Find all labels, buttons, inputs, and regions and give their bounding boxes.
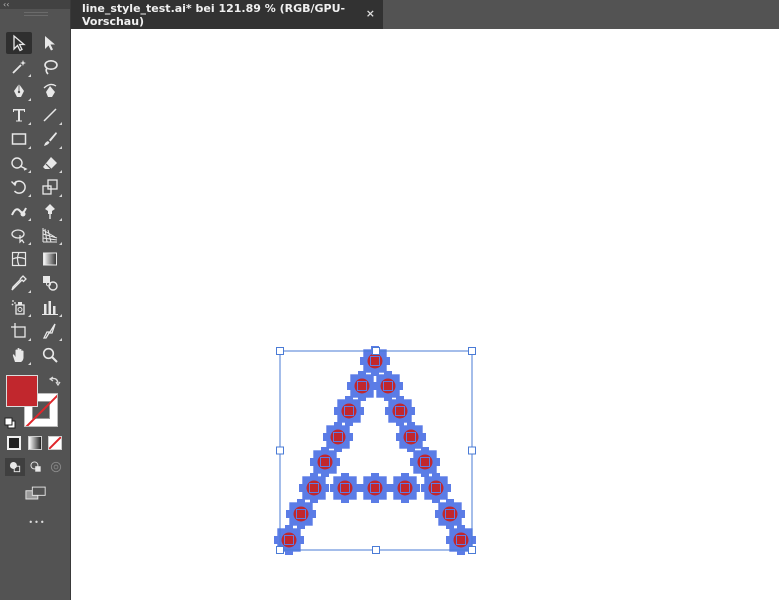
bounding-box-handle[interactable] xyxy=(468,546,476,554)
bounding-box-handle[interactable] xyxy=(468,347,476,355)
none-mode-button[interactable] xyxy=(48,436,62,450)
artwork-layer[interactable] xyxy=(71,29,779,600)
anchor-point[interactable] xyxy=(383,381,393,391)
tools-panel: ‹‹ ••• xyxy=(0,0,71,600)
dot-anchor[interactable] xyxy=(385,396,415,426)
gradient-mode-button[interactable] xyxy=(28,436,42,450)
dot-anchor[interactable] xyxy=(334,396,364,426)
edit-toolbar-button[interactable]: ••• xyxy=(25,518,49,527)
eraser-tool-icon[interactable] xyxy=(37,152,63,174)
document-tab-title: line_style_test.ai* bei 121.89 % (RGB/GP… xyxy=(82,1,346,28)
lasso-tool-icon[interactable] xyxy=(37,56,63,78)
anchor-point[interactable] xyxy=(400,483,410,493)
dot-anchor[interactable] xyxy=(330,473,360,503)
line-segment-tool-icon[interactable] xyxy=(37,104,63,126)
anchor-point[interactable] xyxy=(420,457,430,467)
draw-behind-icon[interactable] xyxy=(26,458,46,476)
anchor-point[interactable] xyxy=(395,406,405,416)
anchor-point[interactable] xyxy=(320,457,330,467)
bounding-box-handle[interactable] xyxy=(276,347,284,355)
symbol-sprayer-tool-icon[interactable] xyxy=(6,296,32,318)
magic-wand-tool-icon[interactable] xyxy=(6,56,32,78)
scale-tool-icon[interactable] xyxy=(37,176,63,198)
dot-anchor[interactable] xyxy=(310,447,340,477)
anchor-point[interactable] xyxy=(284,535,294,545)
anchor-point[interactable] xyxy=(406,432,416,442)
document-tab-bar: line_style_test.ai* bei 121.89 % (RGB/GP… xyxy=(71,0,779,29)
bounding-box-handle[interactable] xyxy=(372,546,380,554)
shape-builder-tool-icon[interactable] xyxy=(6,224,32,246)
hand-tool-icon[interactable] xyxy=(6,344,32,366)
column-graph-tool-icon[interactable] xyxy=(37,296,63,318)
selection-tool-icon[interactable] xyxy=(6,32,32,54)
bounding-box-handle[interactable] xyxy=(468,446,476,455)
bounding-box-handle[interactable] xyxy=(276,446,284,455)
mesh-tool-icon[interactable] xyxy=(6,248,32,270)
slice-tool-icon[interactable] xyxy=(37,320,63,342)
dot-anchor[interactable] xyxy=(410,447,440,477)
anchor-point[interactable] xyxy=(333,432,343,442)
type-tool-icon[interactable] xyxy=(6,104,32,126)
bounding-box-handle[interactable] xyxy=(276,546,284,554)
dot-anchor[interactable] xyxy=(435,499,465,529)
dot-anchor[interactable] xyxy=(390,473,420,503)
close-tab-icon[interactable]: × xyxy=(366,7,375,20)
anchor-point[interactable] xyxy=(370,356,380,366)
anchor-point[interactable] xyxy=(309,483,319,493)
warp-tool-icon[interactable] xyxy=(6,200,32,222)
rotate-tool-icon[interactable] xyxy=(6,176,32,198)
color-mode-button[interactable] xyxy=(7,436,21,450)
anchor-point[interactable] xyxy=(344,406,354,416)
dot-anchor[interactable] xyxy=(421,473,451,503)
direct-selection-tool-icon[interactable] xyxy=(37,32,63,54)
toolbar-grip[interactable] xyxy=(24,12,48,16)
zoom-tool-icon[interactable] xyxy=(37,344,63,366)
anchor-point[interactable] xyxy=(370,483,380,493)
anchor-point[interactable] xyxy=(296,509,306,519)
artboard-canvas[interactable] xyxy=(71,29,779,600)
anchor-point[interactable] xyxy=(445,509,455,519)
dot-anchor[interactable] xyxy=(299,473,329,503)
anchor-point[interactable] xyxy=(357,381,367,391)
screen-mode-icon[interactable] xyxy=(23,484,49,502)
pen-tool-icon[interactable] xyxy=(6,80,32,102)
anchor-point[interactable] xyxy=(340,483,350,493)
collapse-toolbar-button[interactable]: ‹‹ xyxy=(0,0,71,9)
eyedropper-tool-icon[interactable] xyxy=(6,272,32,294)
draw-normal-icon[interactable] xyxy=(5,458,25,476)
dot-anchor[interactable] xyxy=(360,473,390,503)
rectangle-tool-icon[interactable] xyxy=(6,128,32,150)
anchor-point[interactable] xyxy=(431,483,441,493)
gradient-tool-icon[interactable] xyxy=(37,248,63,270)
fill-swatch[interactable] xyxy=(6,375,38,407)
anchor-point[interactable] xyxy=(456,535,466,545)
document-tab[interactable]: line_style_test.ai* bei 121.89 % (RGB/GP… xyxy=(71,0,383,29)
swap-fill-stroke-icon[interactable] xyxy=(48,374,62,388)
curvature-tool-icon[interactable] xyxy=(37,80,63,102)
blend-tool-icon[interactable] xyxy=(37,272,63,294)
bounding-box-handle[interactable] xyxy=(372,347,380,355)
dot-anchor[interactable] xyxy=(286,499,316,529)
paintbrush-tool-icon[interactable] xyxy=(37,128,63,150)
draw-inside-icon[interactable] xyxy=(46,458,66,476)
puppet-warp-tool-icon[interactable] xyxy=(37,200,63,222)
shaper-tool-icon[interactable] xyxy=(6,152,32,174)
perspective-grid-tool-icon[interactable] xyxy=(37,224,63,246)
artboard-tool-icon[interactable] xyxy=(6,320,32,342)
default-fill-stroke-icon[interactable] xyxy=(4,414,16,429)
